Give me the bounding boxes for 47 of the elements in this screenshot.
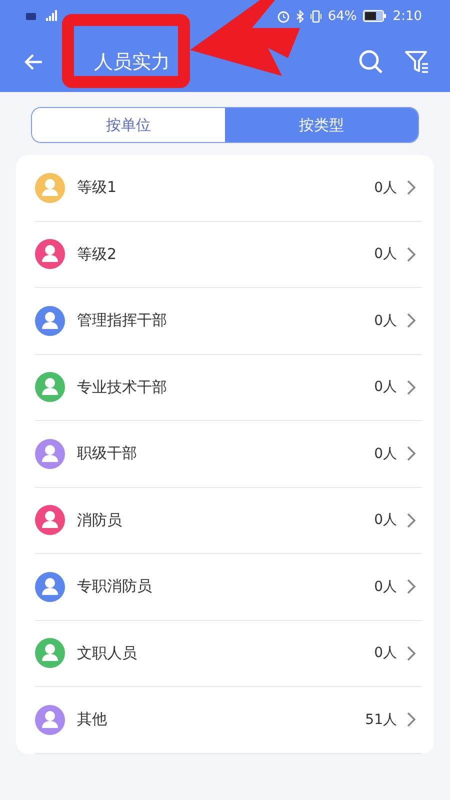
page-title: 人员实力 xyxy=(94,50,171,75)
chevron-right-icon xyxy=(407,446,416,462)
search-icon xyxy=(358,49,384,75)
segment-tab[interactable]: 按单位 xyxy=(32,108,225,142)
category-row[interactable]: 专职消防员 0人 xyxy=(35,554,422,620)
back-arrow-icon xyxy=(24,52,44,72)
clock-time: 2:10 xyxy=(392,8,422,24)
chevron-right-icon xyxy=(407,313,416,328)
category-name: 消防员 xyxy=(77,510,123,530)
category-name: 专业技术干部 xyxy=(77,378,168,397)
member-count: 0人 xyxy=(374,178,397,197)
category-row[interactable]: 消防员 0人 xyxy=(35,488,422,554)
category-name: 专职消防员 xyxy=(77,577,153,596)
member-count: 0人 xyxy=(374,245,397,264)
category-row[interactable]: 管理指挥干部 0人 xyxy=(35,288,422,354)
chevron-right-icon xyxy=(407,712,416,728)
category-row[interactable]: 专业技术干部 0人 xyxy=(35,354,422,421)
chevron-right-icon xyxy=(407,180,416,196)
category-name: 等级1 xyxy=(77,178,118,198)
vibrate-icon xyxy=(310,10,322,22)
filter-icon xyxy=(404,49,430,75)
member-count: 51人 xyxy=(365,710,397,729)
chevron-right-icon xyxy=(407,246,416,262)
member-count: 0人 xyxy=(374,378,397,396)
chevron-right-icon xyxy=(407,579,416,594)
bluetooth-icon xyxy=(296,10,304,22)
chevron-right-icon xyxy=(407,646,416,661)
battery-icon xyxy=(362,10,387,22)
member-count: 0人 xyxy=(374,511,397,530)
category-row[interactable]: 文职人员 0人 xyxy=(35,620,422,687)
battery-percent: 64% xyxy=(328,8,357,24)
alarm-icon xyxy=(276,10,290,22)
member-count: 0人 xyxy=(374,444,397,463)
category-row[interactable]: 职级干部 0人 xyxy=(35,421,422,488)
chevron-right-icon xyxy=(407,380,416,395)
category-name: 管理指挥干部 xyxy=(77,311,168,330)
member-count: 0人 xyxy=(374,578,397,596)
category-row[interactable]: 等级2 0人 xyxy=(35,222,422,288)
member-count: 0人 xyxy=(374,312,397,330)
category-name: 等级2 xyxy=(77,244,118,264)
category-row[interactable]: 等级1 0人 xyxy=(35,155,422,222)
chevron-right-icon xyxy=(407,512,416,528)
category-name: 职级干部 xyxy=(77,444,138,464)
category-name: 文职人员 xyxy=(77,644,138,663)
category-name: 其他 xyxy=(77,710,108,730)
category-row[interactable]: 其他 51人 xyxy=(35,687,422,754)
member-count: 0人 xyxy=(374,644,397,662)
